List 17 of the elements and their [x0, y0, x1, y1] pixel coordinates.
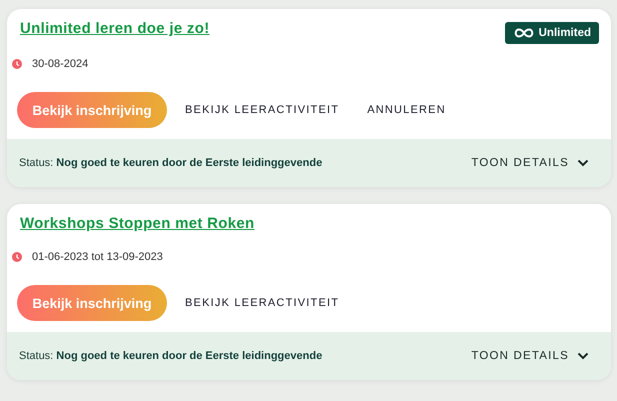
- status-text: Status: Nog goed te keuren door de Eerste leidinggevende: [19, 350, 322, 362]
- course-title-link[interactable]: Unlimited leren doe je zo!: [20, 20, 210, 37]
- infinity-icon: [512, 27, 535, 39]
- chevron-down-icon: [577, 159, 589, 167]
- date-text: 30-08-2024: [32, 58, 88, 70]
- status-text: Status: Nog goed te keuren door de Eerste leidinggevende: [19, 157, 322, 169]
- text-button[interactable]: ANNULEREN: [357, 100, 456, 120]
- clock-icon: [12, 59, 22, 69]
- date-text: 01-06-2023 tot 13-09-2023: [32, 251, 163, 263]
- text-button[interactable]: BEKIJK LEERACTIVITEIT: [175, 100, 350, 120]
- badge-label: Unlimited: [538, 27, 591, 39]
- text-button[interactable]: BEKIJK LEERACTIVITEIT: [175, 293, 350, 313]
- show-details-button[interactable]: TOON DETAILS: [471, 157, 589, 169]
- show-details-button[interactable]: TOON DETAILS: [471, 350, 589, 362]
- clock-icon: [12, 252, 22, 262]
- chevron-down-icon: [577, 352, 589, 360]
- course-title-link[interactable]: Workshops Stoppen met Roken: [20, 215, 255, 232]
